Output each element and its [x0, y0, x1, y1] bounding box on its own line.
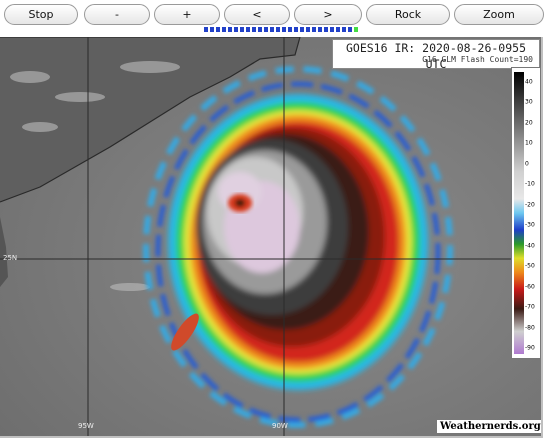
credit-watermark: Weathernerds.org [437, 420, 541, 433]
frame-indicator-cell[interactable] [306, 27, 310, 32]
temperature-color-scale: 40 30 20 10 0 -10 -20 -30 -40 -50 -60 -70 -80 -90 [511, 67, 541, 359]
scale-tick-label: -30 [525, 221, 535, 229]
frame-indicator-cell[interactable] [210, 27, 214, 32]
scale-tick-label: 10 [525, 139, 533, 147]
frame-indicator-cell[interactable] [342, 27, 346, 32]
frame-indicator-cell[interactable] [228, 27, 232, 32]
frame-indicator-cell[interactable] [324, 27, 328, 32]
scale-tick-label: -70 [525, 303, 535, 311]
longitude-95w-label: 95W [78, 422, 94, 430]
next-frame-button[interactable]: > [294, 4, 362, 25]
frame-indicator-cell[interactable] [234, 27, 238, 32]
frame-indicator-cell[interactable] [354, 27, 358, 32]
frame-indicator-cell[interactable] [282, 27, 286, 32]
frame-indicator-cell[interactable] [336, 27, 340, 32]
frame-indicator-cell[interactable] [348, 27, 352, 32]
frame-indicator-cell[interactable] [204, 27, 208, 32]
frame-indicator-cell[interactable] [276, 27, 280, 32]
frame-indicator-cell[interactable] [252, 27, 256, 32]
satellite-image-viewer[interactable]: GOES16 IR: 2020-08-26-0955 UTC G16 GLM F… [0, 37, 543, 438]
zoom-in-button[interactable]: + [154, 4, 220, 25]
scale-tick-label: 40 [525, 78, 533, 86]
scale-tick-label: -20 [525, 201, 535, 209]
previous-frame-button[interactable]: < [224, 4, 290, 25]
zoom-button[interactable]: Zoom [454, 4, 544, 25]
scale-tick-label: -90 [525, 344, 535, 352]
frame-indicator-cell[interactable] [264, 27, 268, 32]
rock-button[interactable]: Rock [366, 4, 450, 25]
scale-tick-label: -50 [525, 262, 535, 270]
frame-indicator-cell[interactable] [270, 27, 274, 32]
image-header: GOES16 IR: 2020-08-26-0955 UTC G16 GLM F… [332, 39, 540, 71]
frame-indicator-cell[interactable] [222, 27, 226, 32]
scale-tick-label: 20 [525, 119, 533, 127]
scale-tick-label: -80 [525, 324, 535, 332]
frame-indicator-cell[interactable] [318, 27, 322, 32]
latitude-25n-label: 25N [3, 254, 18, 262]
animation-toolbar: Stop - + < > Rock Zoom [0, 0, 549, 36]
longitude-90w-label: 90W [272, 422, 288, 430]
scale-tick-label: -10 [525, 180, 535, 188]
scale-tick-label: -40 [525, 242, 535, 250]
frame-indicator-cell[interactable] [246, 27, 250, 32]
lightning-flash-count: G16 GLM Flash Count=190 [422, 55, 533, 64]
satellite-image [0, 37, 541, 436]
frame-indicator-cell[interactable] [240, 27, 244, 32]
frame-indicator-cell[interactable] [294, 27, 298, 32]
frame-indicator-cell[interactable] [300, 27, 304, 32]
frame-indicator-cell[interactable] [330, 27, 334, 32]
color-scale-bar [514, 72, 524, 354]
frame-indicator-cell[interactable] [216, 27, 220, 32]
frame-progress-indicator[interactable] [204, 27, 358, 33]
color-scale-labels: 40 30 20 10 0 -10 -20 -30 -40 -50 -60 -70 -80 -90 [525, 72, 540, 354]
frame-indicator-cell[interactable] [258, 27, 262, 32]
scale-tick-label: 0 [525, 160, 529, 168]
stop-button[interactable]: Stop [4, 4, 78, 25]
scale-tick-label: 30 [525, 98, 533, 106]
frame-indicator-cell[interactable] [312, 27, 316, 32]
zoom-out-button[interactable]: - [84, 4, 150, 25]
scale-tick-label: -60 [525, 283, 535, 291]
frame-indicator-cell[interactable] [288, 27, 292, 32]
